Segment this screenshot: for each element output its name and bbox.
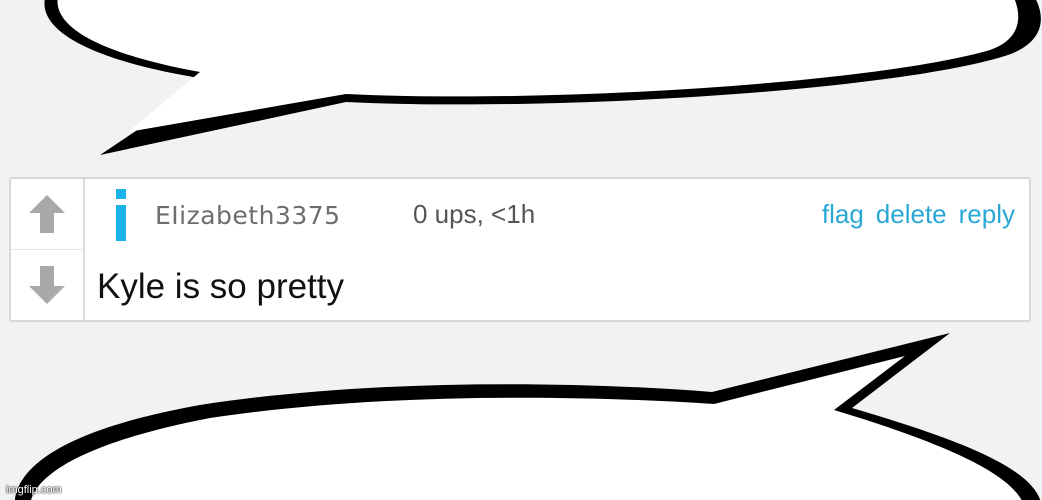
delete-link[interactable]: delete [876, 199, 947, 230]
meme-canvas: EIizabeth3375 0 ups, <1h flag delete rep… [0, 0, 1042, 500]
upvote-button[interactable] [11, 179, 83, 250]
imgflip-watermark: imgflip.com [6, 484, 62, 496]
downvote-button[interactable] [11, 250, 83, 320]
comment-actions: flag delete reply [822, 199, 1015, 230]
comment-text: Kyle is so pretty [97, 267, 345, 306]
arrow-down-icon [29, 266, 65, 304]
comment-meta: 0 ups, <1h [413, 199, 536, 229]
comment-username[interactable]: EIizabeth3375 [155, 201, 341, 230]
vote-column [11, 179, 85, 320]
info-icon[interactable] [113, 189, 129, 243]
arrow-up-icon [29, 195, 65, 233]
comment-card: EIizabeth3375 0 ups, <1h flag delete rep… [9, 177, 1031, 322]
comment-body: EIizabeth3375 0 ups, <1h flag delete rep… [85, 179, 1029, 320]
top-speech-bubble [44, 0, 1041, 155]
flag-link[interactable]: flag [822, 199, 864, 230]
reply-link[interactable]: reply [959, 199, 1015, 230]
bottom-speech-bubble [15, 333, 1041, 500]
